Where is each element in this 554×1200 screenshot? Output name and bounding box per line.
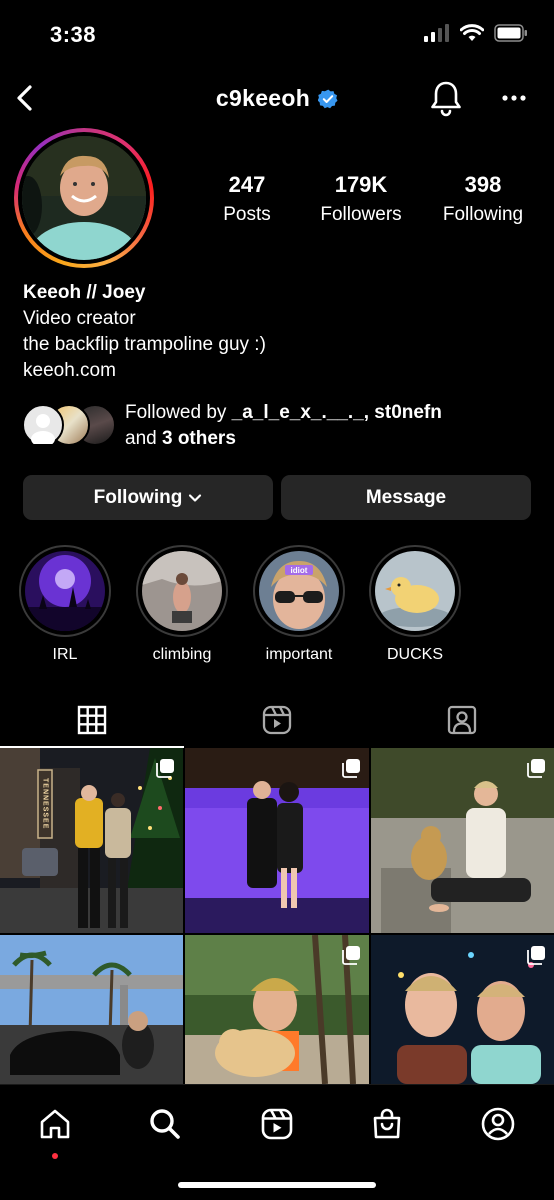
post-thumbnail[interactable] (185, 935, 369, 1084)
followed-by[interactable]: Followed by _a_l_e_x_.__._, st0nefn and … (22, 400, 542, 452)
tagged-icon (447, 705, 477, 735)
wifi-icon (460, 24, 484, 41)
profile-stats: 247 Posts 179K Followers 398 Following (200, 172, 540, 226)
post-thumbnail[interactable] (371, 748, 554, 933)
highlight-cover: idiot (259, 551, 339, 631)
carousel-icon (156, 759, 174, 778)
nav-search[interactable] (135, 1099, 195, 1149)
shop-icon (373, 1108, 401, 1139)
followers-stat[interactable]: 179K Followers (294, 172, 428, 226)
nav-home[interactable] (25, 1099, 85, 1159)
post-sign-text: TENNESSEE (42, 778, 49, 829)
highlight-climbing[interactable]: climbing (136, 545, 228, 664)
following-stat[interactable]: 398 Following (428, 172, 538, 226)
highlight-label: DUCKS (386, 646, 443, 663)
highlight-irl[interactable]: IRL (19, 545, 111, 664)
carousel-icon (342, 759, 360, 778)
grid-icon (77, 705, 107, 735)
notification-dot (52, 1153, 58, 1159)
more-options-button[interactable] (498, 85, 530, 111)
tab-tagged[interactable] (370, 692, 554, 748)
posts-count: 247 (228, 172, 266, 197)
more-dots-icon (502, 95, 526, 101)
followers-count: 179K (334, 172, 388, 197)
nav-profile[interactable] (468, 1099, 528, 1149)
reels-icon (261, 1108, 293, 1140)
highlight-cover (375, 551, 455, 631)
search-icon (150, 1109, 180, 1139)
following-label: Following (442, 204, 524, 225)
carousel-icon (527, 946, 545, 965)
following-button[interactable]: Following (23, 475, 273, 520)
followers-label: Followers (320, 204, 402, 225)
carousel-icon (527, 759, 545, 778)
username-container: c9keeoh (0, 85, 554, 112)
bio-link[interactable]: keeoh.com (23, 358, 266, 384)
mutual-others[interactable]: 3 others (162, 428, 236, 449)
profile-tabs (0, 692, 554, 748)
profile-header: c9keeoh (0, 75, 554, 123)
posts-grid: TENNESSEE (0, 748, 554, 1084)
status-bar: 3:38 (0, 0, 554, 70)
profile-avatar (22, 136, 146, 260)
posts-stat[interactable]: 247 Posts (200, 172, 294, 226)
bell-icon (431, 81, 461, 117)
bio-text: the backflip trampoline guy :) (23, 334, 266, 355)
bottom-navigation (0, 1084, 554, 1200)
verified-badge-icon (318, 89, 338, 108)
highlight-label: IRL (52, 646, 78, 663)
status-icons (424, 24, 528, 42)
post-thumbnail[interactable] (0, 935, 183, 1084)
chevron-down-icon (189, 493, 202, 502)
signal-icon (424, 24, 449, 42)
message-button-label: Message (365, 486, 447, 508)
nav-reels[interactable] (247, 1099, 307, 1149)
carousel-icon (342, 946, 360, 965)
battery-icon (494, 24, 527, 42)
highlight-important[interactable]: idiot important (253, 545, 345, 664)
profile-icon (481, 1107, 515, 1141)
mutual-avatar (22, 404, 64, 447)
tab-reels[interactable] (185, 692, 369, 748)
mutual-usernames[interactable]: _a_l_e_x_.__._, st0nefn (232, 402, 442, 423)
message-button[interactable]: Message (281, 475, 531, 520)
highlight-ducks[interactable]: DUCKS (369, 545, 461, 664)
highlight-label: climbing (152, 646, 212, 663)
username: c9keeoh (215, 85, 311, 111)
home-icon (40, 1109, 70, 1139)
home-indicator[interactable] (178, 1182, 376, 1188)
avatar-photo (22, 136, 146, 260)
profile-avatar-story-ring[interactable] (14, 128, 154, 268)
bio-category: Video creator (23, 308, 136, 329)
display-name: Keeoh // Joey (23, 282, 146, 303)
nav-shop[interactable] (357, 1099, 417, 1149)
following-count: 398 (464, 172, 502, 197)
highlight-cover (25, 551, 105, 631)
highlight-cover (142, 551, 222, 631)
following-button-label: Following (93, 486, 183, 508)
followed-by-text: Followed by _a_l_e_x_.__._, st0nefn and … (125, 402, 442, 449)
tab-posts-grid[interactable] (0, 692, 184, 748)
highlight-label: important (265, 646, 333, 663)
notifications-button[interactable] (428, 79, 464, 117)
post-image (0, 935, 183, 1084)
mutual-avatars (22, 404, 117, 448)
post-thumbnail[interactable]: TENNESSEE (0, 748, 183, 933)
status-time: 3:38 (50, 22, 97, 47)
posts-label: Posts (223, 204, 271, 225)
highlight-sticker: idiot (291, 566, 308, 575)
reels-icon (262, 705, 292, 735)
profile-bio: Keeoh // Joey Video creator the backflip… (23, 280, 266, 384)
post-thumbnail[interactable] (371, 935, 554, 1084)
post-thumbnail[interactable] (185, 748, 369, 933)
